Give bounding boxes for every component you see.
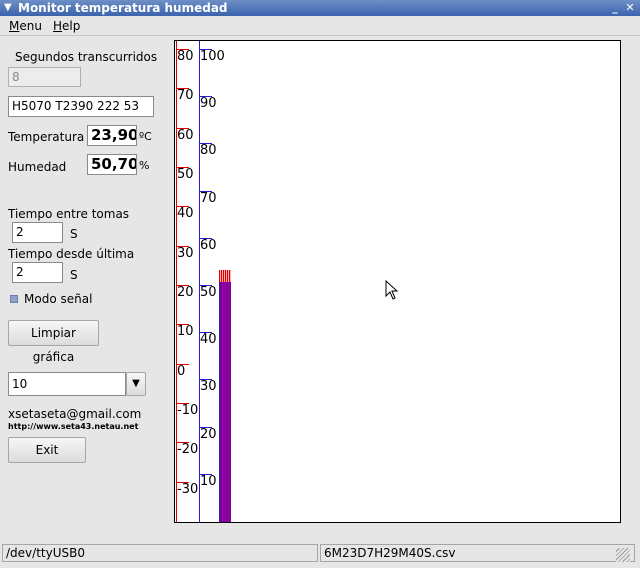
humidity-axis-line bbox=[199, 41, 200, 522]
temperature-tick-label: 80 bbox=[177, 49, 194, 64]
signal-mode-label: Modo señal bbox=[24, 292, 93, 306]
since-last-unit: S bbox=[70, 268, 78, 282]
humidity-tick-label: 80 bbox=[200, 143, 217, 159]
temperature-tick-label: 30 bbox=[177, 245, 194, 261]
window-menu-icon[interactable]: ▼ bbox=[4, 0, 12, 16]
url-text: http://www.seta43.netau.net bbox=[8, 422, 139, 431]
humidity-tick-label: 70 bbox=[200, 190, 217, 206]
humidity-bar bbox=[219, 281, 231, 522]
email-text: xsetaseta@gmail.com bbox=[8, 407, 142, 421]
temperature-value: 23,90 bbox=[87, 125, 137, 146]
chart-area: 80 70 60 50 40 30 20 10 0 -10 -20 -30 100 90 80 70 60 50… bbox=[174, 40, 621, 523]
temperature-tick-label: 20 bbox=[177, 285, 194, 300]
interval-unit: S bbox=[70, 227, 78, 241]
elapsed-field[interactable]: 8 bbox=[8, 67, 81, 87]
temperature-tick-label: -20 bbox=[177, 442, 199, 458]
close-icon[interactable]: ✕ bbox=[623, 0, 637, 16]
humidity-tick-label: 100 bbox=[200, 49, 225, 64]
signal-mode-checkbox[interactable] bbox=[10, 295, 18, 303]
humidity-tick-label: 90 bbox=[200, 96, 217, 112]
temperature-tick-label: -30 bbox=[177, 481, 199, 497]
minimize-icon[interactable]: _ bbox=[608, 0, 622, 16]
humidity-unit: % bbox=[139, 159, 150, 172]
temperature-tick-label: 60 bbox=[177, 127, 194, 143]
humidity-tick-label: 10 bbox=[200, 473, 217, 489]
temperature-unit: ºC bbox=[139, 130, 152, 143]
temperature-tick-label: 70 bbox=[177, 88, 194, 104]
chevron-down-icon[interactable]: ▼ bbox=[126, 372, 146, 396]
since-last-label: Tiempo desde última bbox=[8, 247, 135, 261]
temperature-tick-label: 50 bbox=[177, 167, 194, 182]
clear-chart-button[interactable]: Limpiar gráfica bbox=[8, 320, 99, 364]
since-last-field[interactable]: 2 bbox=[12, 262, 63, 283]
menu-item-help[interactable]: Help bbox=[53, 18, 80, 34]
temperature-tick-label: -10 bbox=[177, 403, 199, 418]
temperature-label: Temperatura bbox=[8, 130, 85, 144]
humidity-value: 50,70 bbox=[87, 154, 137, 175]
elapsed-label: Segundos transcurridos bbox=[15, 50, 158, 64]
menu-bar: Menu Help bbox=[0, 16, 640, 36]
temperature-tick-label: 40 bbox=[177, 206, 194, 222]
humidity-label: Humedad bbox=[8, 160, 67, 174]
raw-reading-field[interactable]: H5070 T2390 222 53 bbox=[8, 96, 154, 117]
resize-grip-icon[interactable] bbox=[616, 548, 630, 562]
status-port: /dev/ttyUSB0 bbox=[2, 544, 318, 562]
humidity-tick-label: 30 bbox=[200, 379, 217, 395]
interval-field[interactable]: 2 bbox=[12, 222, 63, 243]
status-bar: /dev/ttyUSB0 6M23D7H29M40S.csv bbox=[0, 542, 640, 568]
samples-combo-field[interactable]: 10 bbox=[8, 372, 126, 396]
title-bar[interactable]: ▼ Monitor temperatura humedad _ ✕ bbox=[0, 0, 640, 16]
mouse-cursor-icon bbox=[385, 280, 399, 300]
temperature-tick-label: 10 bbox=[177, 324, 194, 340]
temperature-tick-label: 0 bbox=[177, 363, 186, 379]
humidity-tick-label: 40 bbox=[200, 332, 217, 348]
humidity-tick-label: 20 bbox=[200, 426, 217, 442]
interval-label: Tiempo entre tomas bbox=[8, 207, 130, 221]
window-title: Monitor temperatura humedad bbox=[18, 1, 228, 15]
humidity-tick-label: 50 bbox=[200, 285, 217, 300]
status-file: 6M23D7H29M40S.csv bbox=[320, 544, 635, 562]
menu-item-menu[interactable]: Menu bbox=[9, 18, 42, 34]
exit-button[interactable]: Exit bbox=[8, 437, 86, 463]
humidity-tick-label: 60 bbox=[200, 237, 217, 253]
